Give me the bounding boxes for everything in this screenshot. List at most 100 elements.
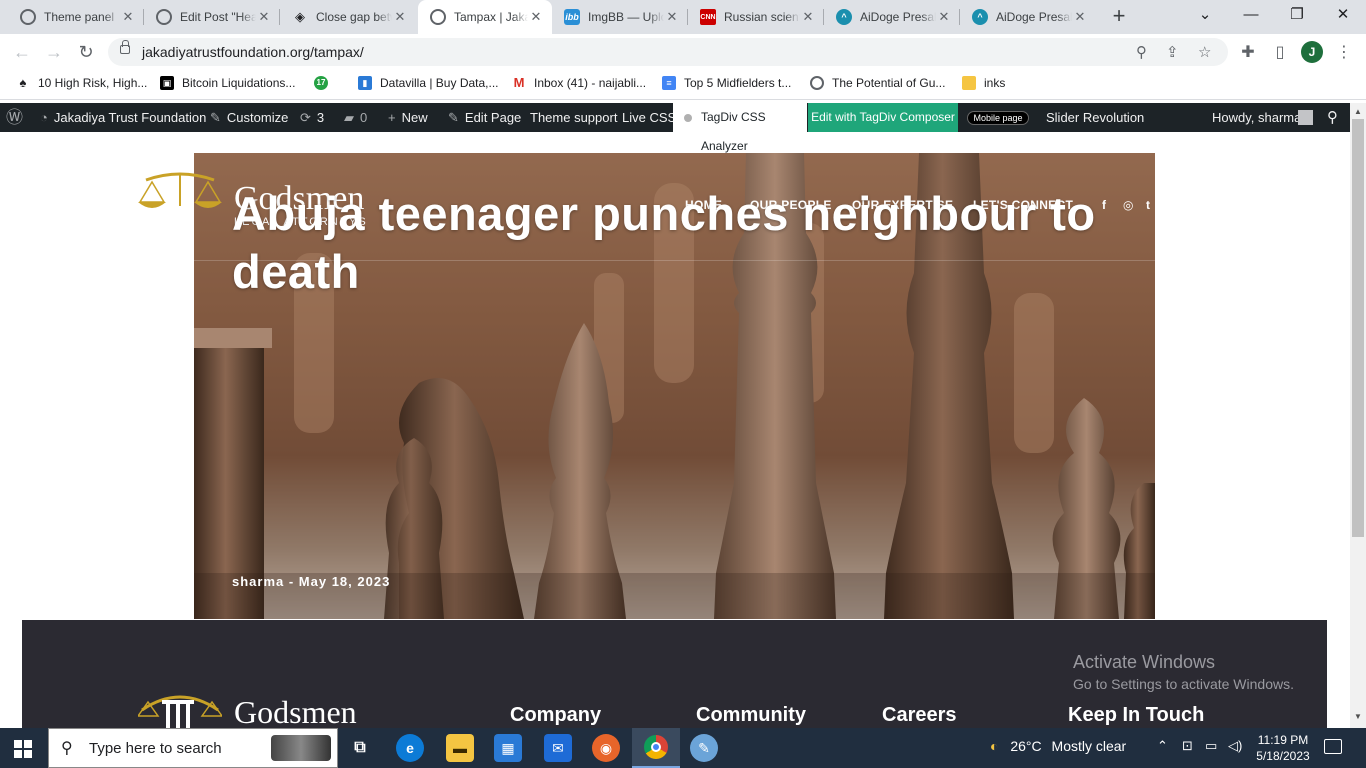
mail-icon[interactable]: ✉ (544, 734, 572, 762)
address-bar[interactable]: jakadiyatrustfoundation.org/tampax/ ⚲ ⇪ … (108, 38, 1228, 66)
tagdiv-css-analyzer-toggle[interactable]: TagDiv CSS Analyzer (673, 103, 807, 153)
scroll-up-icon[interactable]: ▲ (1354, 107, 1362, 116)
chrome-icon-active[interactable] (632, 728, 680, 768)
moon-weather-icon: ◐ (990, 738, 999, 754)
meet-now-icon[interactable]: ⊡ (1182, 738, 1193, 754)
system-clock[interactable]: 11:19 PM 5/18/2023 (1250, 732, 1316, 764)
close-icon[interactable]: ✕ (800, 9, 816, 25)
page-scrollbar[interactable]: ▲ ▼ (1350, 103, 1366, 728)
tab-close-gap[interactable]: ◈ Close gap betw ✕ (280, 0, 416, 34)
close-icon[interactable]: ✕ (1072, 9, 1088, 25)
admin-site-name[interactable]: ◔ Jakadiya Trust Foundation (40, 103, 206, 132)
admin-search-icon[interactable]: ⚲ (1327, 103, 1338, 132)
close-window-button[interactable]: ✕ (1320, 0, 1366, 34)
menu-kebab-icon[interactable]: ⋮ (1334, 42, 1354, 62)
forward-button[interactable]: → (44, 42, 64, 62)
tab-tampax-active[interactable]: Tampax | Jaka ✕ (418, 0, 552, 34)
twitter-icon[interactable]: t (1146, 198, 1150, 212)
edit-with-tagdiv-composer-button[interactable]: Edit with TagDiv Composer (808, 103, 958, 132)
close-icon[interactable]: ✕ (528, 9, 544, 25)
windows-start-icon[interactable] (14, 740, 32, 758)
edge-icon[interactable]: e (396, 734, 424, 762)
folder-icon (962, 76, 976, 90)
customize-label: Customize (226, 110, 289, 125)
task-view-icon[interactable]: ⧉ (346, 734, 374, 762)
tab-search-icon[interactable]: ⌄ (1182, 0, 1228, 34)
new-label: New (401, 110, 428, 125)
zoom-icon[interactable]: ⚲ (1136, 43, 1147, 61)
admin-updates[interactable]: ⟳ 3 (300, 103, 324, 132)
tab-title: Theme panel (44, 10, 115, 24)
weather-desc: Mostly clear (1051, 738, 1127, 754)
admin-edit-page[interactable]: ✎ Edit Page (448, 103, 521, 132)
show-hidden-icons-chevron-icon[interactable]: ⌃ (1157, 738, 1168, 754)
firefox-icon[interactable]: ◉ (592, 734, 620, 762)
bookmark-star-icon[interactable]: ☆ (1198, 43, 1211, 61)
tab-aidoge-2[interactable]: ^ AiDoge Presal ✕ (960, 0, 1096, 34)
post-title: Abuja teenager punches neighbour to deat… (232, 187, 1096, 298)
extensions-puzzle-icon[interactable]: ✚ (1238, 42, 1258, 62)
search-icon: ⚲ (61, 740, 73, 757)
browser-toolbar: ← → ↻ jakadiyatrustfoundation.org/tampax… (0, 34, 1366, 70)
back-button[interactable]: ← (12, 42, 32, 62)
admin-comments[interactable]: ▰ 0 (344, 103, 367, 132)
volume-icon[interactable]: ◁) (1228, 738, 1242, 754)
brush-icon: ✎ (210, 110, 221, 125)
tab-aidoge-1[interactable]: ^ AiDoge Presal ✕ (824, 0, 960, 34)
share-icon[interactable]: ⇪ (1166, 43, 1179, 61)
lock-icon[interactable] (120, 40, 130, 54)
footer-heading-company: Company (510, 704, 602, 726)
side-panel-icon[interactable]: ▯ (1270, 42, 1290, 62)
admin-theme-support[interactable]: Theme support (530, 103, 617, 132)
bookmark-top-midfielders[interactable]: ≡ Top 5 Midfielders t... (662, 76, 791, 90)
close-icon[interactable]: ✕ (256, 9, 272, 25)
comments-count: 0 (360, 110, 368, 125)
doc-icon: ≡ (662, 76, 676, 90)
bookmark-gmail-inbox[interactable]: M Inbox (41) - naijabli... (512, 75, 646, 91)
weather-widget[interactable]: ◐ 26°C Mostly clear (990, 738, 1126, 754)
close-icon[interactable]: ✕ (392, 9, 408, 25)
footer-logo-name[interactable]: Godsmen (234, 694, 357, 731)
wallet-icon: ▣ (160, 76, 174, 90)
store-icon[interactable]: ▦ (494, 734, 522, 762)
clock-time: 11:19 PM (1257, 733, 1309, 747)
mobile-page-button[interactable]: Mobile page (967, 111, 1029, 125)
new-tab-button[interactable]: + (1108, 5, 1130, 28)
tab-russian-scientist[interactable]: CNN Russian scient ✕ (688, 0, 824, 34)
close-icon[interactable]: ✕ (664, 9, 680, 25)
user-avatar[interactable] (1298, 110, 1313, 125)
url-text[interactable]: jakadiyatrustfoundation.org/tampax/ (142, 44, 364, 60)
minimize-button[interactable]: — (1228, 0, 1274, 34)
bookmark-high-risk[interactable]: ♠ 10 High Risk, High... (16, 76, 148, 91)
tab-theme-panel[interactable]: Theme panel ✕ (0, 0, 144, 34)
admin-live-css[interactable]: Live CSS (622, 103, 676, 132)
bookmark-datavilla[interactable]: ▮ Datavilla | Buy Data,... (358, 76, 499, 90)
notification-center-icon[interactable] (1324, 739, 1342, 754)
admin-slider-revolution[interactable]: Slider Revolution (1046, 103, 1144, 132)
gmail-icon: M (513, 75, 525, 90)
paint-icon[interactable]: ✎ (690, 734, 718, 762)
admin-new[interactable]: + New (388, 103, 428, 132)
taskbar-search-placeholder[interactable]: Type here to search (89, 740, 222, 757)
bookmark-folder-inks[interactable]: inks (962, 76, 1005, 90)
reload-button[interactable]: ↻ (76, 42, 96, 62)
bookmark-badge-17[interactable]: 17 (314, 76, 336, 90)
wordpress-logo-icon[interactable]: Ⓦ (6, 103, 23, 132)
close-icon[interactable]: ✕ (936, 9, 952, 25)
scroll-down-icon[interactable]: ▼ (1354, 712, 1362, 721)
battery-icon[interactable]: ▭ (1205, 738, 1217, 754)
bookmark-potential[interactable]: The Potential of Gu... (810, 76, 945, 90)
close-icon[interactable]: ✕ (120, 9, 136, 25)
restore-button[interactable]: ❐ (1274, 0, 1320, 34)
tab-edit-post[interactable]: Edit Post "Hea ✕ (144, 0, 280, 34)
bookmark-bitcoin-liquidations[interactable]: ▣ Bitcoin Liquidations... (160, 76, 295, 90)
admin-customize[interactable]: ✎ Customize (210, 103, 288, 132)
taskbar-search-box[interactable]: ⚲ Type here to search (48, 728, 338, 768)
tab-imgbb[interactable]: ibb ImgBB — Uplo ✕ (552, 0, 688, 34)
scrollbar-thumb[interactable] (1352, 119, 1364, 537)
footer-logo-icon (138, 695, 222, 728)
file-explorer-icon[interactable]: ▬ (446, 734, 474, 762)
admin-howdy-user[interactable]: Howdy, sharma (1212, 103, 1301, 132)
profile-avatar[interactable]: J (1301, 41, 1323, 63)
watermark-subtitle: Go to Settings to activate Windows. (1073, 676, 1294, 692)
